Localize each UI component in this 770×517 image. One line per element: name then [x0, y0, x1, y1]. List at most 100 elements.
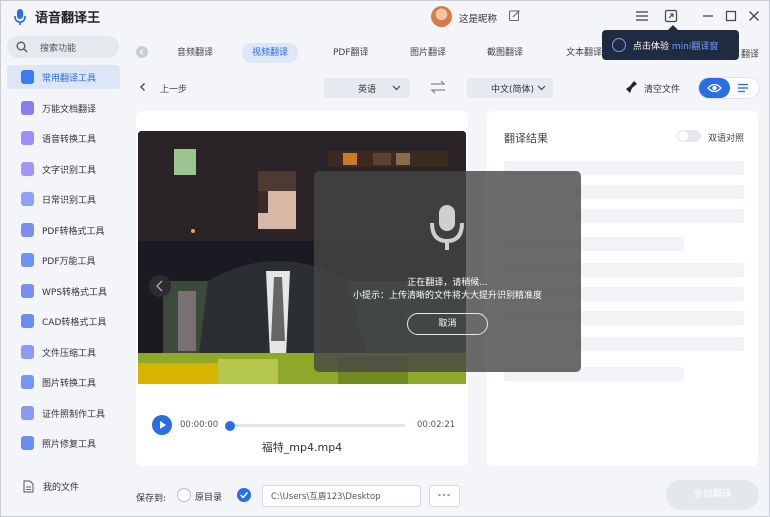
- play-icon: [160, 421, 166, 429]
- mini-window-tip-icon: [612, 38, 626, 52]
- save-path-input[interactable]: [262, 485, 421, 507]
- tool-category-icon: [21, 161, 34, 176]
- tool-category-icon: [21, 436, 34, 450]
- sidebar-item-label: 图片转换工具: [42, 379, 97, 389]
- browse-folder-button[interactable]: [429, 485, 460, 507]
- sidebar-item-1[interactable]: 万能文档翻译: [7, 96, 120, 120]
- chevron-left-icon: [140, 83, 145, 91]
- avatar[interactable]: [431, 6, 452, 27]
- custom-dir-radio[interactable]: [237, 488, 251, 502]
- search-placeholder: 搜索功能: [40, 44, 77, 54]
- video-file-name: 福特_mp4.mp4: [261, 441, 343, 454]
- check-icon: [239, 491, 249, 499]
- sidebar-item-3[interactable]: 文字识别工具: [7, 157, 120, 181]
- microphone-icon: [430, 205, 464, 250]
- tool-category-icon: [21, 314, 34, 328]
- source-language-select[interactable]: 英语: [324, 78, 410, 98]
- mini-window-icon[interactable]: [662, 7, 680, 25]
- translate-all-button[interactable]: 全部翻译: [666, 480, 759, 510]
- search-input[interactable]: 搜索功能: [7, 36, 119, 58]
- sidebar-item-0[interactable]: 常用翻译工具: [7, 65, 120, 89]
- tool-category-icon: [21, 344, 34, 359]
- play-button[interactable]: [152, 415, 172, 435]
- tab-pdf[interactable]: PDF翻译: [323, 43, 379, 63]
- translating-status: 正在翻译，请稍候...: [407, 278, 488, 288]
- eye-icon: [707, 83, 722, 93]
- chevron-down-icon: [392, 85, 401, 91]
- result-title: 翻译结果: [504, 132, 548, 145]
- clear-files-button[interactable]: 清空文件: [625, 79, 685, 97]
- sidebar-item-4[interactable]: 日常识别工具: [7, 187, 120, 211]
- tool-category-icon: [21, 100, 34, 115]
- toggle-knob: [678, 131, 688, 141]
- sidebar-item-6[interactable]: PDF万能工具: [7, 248, 120, 272]
- close-icon[interactable]: [745, 7, 763, 25]
- app-window: 语音翻译王 这是昵称 搜索功能 常用翻译工具 万能文档翻译 语音转换工具 文字识…: [0, 0, 770, 517]
- back-button[interactable]: 上一步: [138, 81, 198, 95]
- bilingual-toggle[interactable]: [677, 130, 701, 142]
- tab-video[interactable]: 视频翻译: [242, 43, 299, 63]
- tool-category-icon: [21, 253, 34, 267]
- sidebar-item-label: 日常识别工具: [42, 196, 97, 206]
- total-time: 00:02:21: [417, 420, 456, 430]
- video-player-controls: 00:00:00 00:02:21: [152, 415, 456, 435]
- tab-image[interactable]: 图片翻译: [400, 43, 456, 63]
- mini-window-tooltip[interactable]: 点击体验 mini翻译窗: [602, 25, 739, 60]
- list-mode-icon[interactable]: [737, 83, 749, 93]
- sidebar: 搜索功能 常用翻译工具 万能文档翻译 语音转换工具文字识别工具日常识别工具 PDF转格…: [1, 33, 128, 517]
- sidebar-item-2[interactable]: 语音转换工具: [7, 126, 120, 150]
- sidebar-item-9[interactable]: 文件压缩工具: [7, 340, 120, 364]
- swap-language-icon[interactable]: [430, 80, 446, 94]
- sidebar-item-12[interactable]: 照片修复工具: [7, 431, 120, 455]
- maximize-icon[interactable]: [722, 7, 740, 25]
- tab-audio[interactable]: 音频翻译: [167, 43, 223, 63]
- more-dots-icon: [438, 493, 450, 497]
- progress-knob[interactable]: [225, 421, 235, 431]
- tool-category-icon: [21, 70, 34, 84]
- file-icon: [23, 480, 34, 493]
- progress-slider[interactable]: [225, 421, 405, 431]
- sidebar-item-11[interactable]: 证件照制作工具: [7, 401, 120, 425]
- view-mode-toggle[interactable]: [698, 77, 760, 99]
- tool-category-icon: [21, 192, 34, 206]
- tool-category-icon: [21, 405, 34, 420]
- user-nickname[interactable]: 这是昵称: [459, 11, 497, 25]
- tooltip-text: 点击体验 mini翻译窗: [633, 42, 719, 52]
- tool-category-icon: [21, 222, 34, 237]
- sidebar-item-8[interactable]: CAD转格式工具: [7, 309, 120, 333]
- chevron-left-icon: [139, 49, 144, 55]
- back-label: 上一步: [160, 85, 188, 95]
- original-dir-radio[interactable]: [177, 488, 191, 502]
- sidebar-item-label: PDF万能工具: [42, 257, 96, 267]
- bilingual-label: 双语对照: [708, 134, 745, 144]
- my-files-label: 我的文件: [43, 483, 80, 493]
- sidebar-item-5[interactable]: PDF转格式工具: [7, 218, 120, 242]
- target-language-value: 中文(简体): [491, 85, 535, 95]
- preview-mode-button[interactable]: [699, 78, 730, 98]
- tool-category-icon: [21, 375, 34, 389]
- toolbar: 上一步 英语 中文(简体) 清空文件: [131, 75, 769, 101]
- cancel-button[interactable]: 取消: [407, 313, 488, 335]
- menu-icon[interactable]: [633, 7, 651, 25]
- app-title: 语音翻译王: [35, 11, 101, 26]
- original-dir-label: 原目录: [195, 493, 223, 503]
- sidebar-item-label: 语音转换工具: [42, 135, 97, 145]
- save-to-label: 保存到:: [136, 494, 167, 504]
- tab-screenshot[interactable]: 截图翻译: [477, 43, 533, 63]
- target-language-select[interactable]: 中文(简体): [467, 78, 553, 98]
- translating-overlay: 正在翻译，请稍候... 小提示：上传清晰的文件将大大提升识别精准度 取消: [314, 171, 581, 372]
- sidebar-item-label: CAD转格式工具: [42, 318, 107, 328]
- sidebar-item-7[interactable]: WPS转格式工具: [7, 279, 120, 303]
- minimize-icon[interactable]: [699, 7, 717, 25]
- tool-category-icon: [21, 283, 34, 298]
- clear-files-label: 清空文件: [644, 85, 681, 95]
- sidebar-item-10[interactable]: 图片转换工具: [7, 370, 120, 394]
- tabs-prev-button[interactable]: [136, 46, 148, 58]
- edit-icon[interactable]: [508, 9, 521, 22]
- sidebar-item-label: 常用翻译工具: [42, 74, 97, 84]
- sidebar-item-label: PDF转格式工具: [42, 226, 105, 237]
- sidebar-item-label: 证件照制作工具: [42, 409, 106, 420]
- tab-hidden-partial[interactable]: 翻译: [741, 47, 759, 60]
- sidebar-item-label: WPS转格式工具: [42, 287, 108, 298]
- sidebar-item-label: 万能文档翻译: [42, 104, 97, 115]
